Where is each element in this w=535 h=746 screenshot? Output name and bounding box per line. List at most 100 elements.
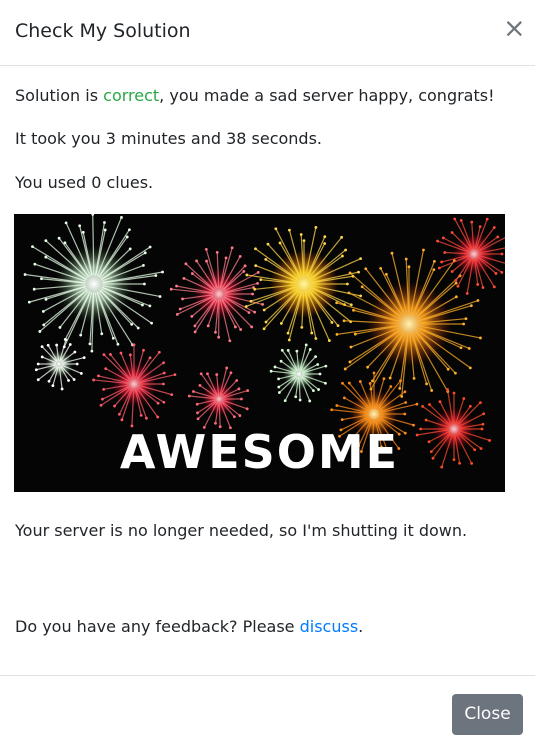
firework-spark [357,270,360,274]
firework-spark [283,399,287,403]
firework-spark [242,269,246,273]
firework-spark [40,277,43,281]
firework-spark [173,373,177,377]
firework-spark [181,297,184,301]
firework-spark [237,387,241,391]
modal-title: Check My Solution [15,20,191,42]
firework-spark [247,311,251,314]
firework-spark [113,404,116,408]
firework-spark [440,260,444,264]
firework-spark [287,338,291,342]
feedback-message: Do you have any feedback? Please discuss… [15,616,363,638]
firework-spark [99,403,103,407]
firework-spark [341,381,344,385]
firework-spark [196,417,200,421]
firework-spark [476,299,480,302]
firework-spark [100,332,104,336]
firework-spark [304,343,308,347]
firework-spark [119,351,123,355]
firework-spark [36,378,40,382]
firework-spark [360,285,364,289]
firework-spark [230,246,234,250]
firework-spark [196,411,199,415]
firework-spark [277,377,280,381]
firework-spark [128,247,132,251]
firework-spark [97,374,100,378]
firework-spark [44,297,48,301]
firework-spark [42,323,46,327]
time-taken: It took you 3 minutes and 38 seconds. [15,129,322,148]
shutdown-message: Your server is no longer needed, so I'm … [15,521,468,540]
close-icon[interactable]: × [503,14,526,44]
firework-spark [88,342,92,346]
firework-spark [317,388,320,391]
firework-spark [132,343,136,347]
firework-spark [40,345,44,349]
firework-spark [250,325,254,329]
modal-header: Check My Solution × [0,0,535,66]
firework-spark [478,401,482,405]
firework-spark [27,300,31,304]
firework-spark [382,377,386,381]
firework-spark [102,387,106,391]
firework-spark [266,242,270,246]
firework-spark [58,326,62,329]
firework-spark [145,416,148,420]
firework-spark [348,360,352,364]
firework-spark [314,355,318,359]
firework-spark [500,270,504,274]
firework-spark [264,320,268,324]
firework-spark [63,241,67,245]
firework-spark [353,332,357,336]
firework-spark [324,381,327,385]
close-button[interactable]: Close [452,694,523,735]
firework-spark [73,350,77,354]
firework-spark [300,325,304,329]
firework-spark [253,287,257,291]
firework-spark [421,405,425,408]
firework-spark [294,395,298,399]
firework-spark [482,412,486,416]
firework-spark [330,321,334,324]
firework-spark [479,336,482,340]
firework-spark [215,373,219,376]
firework-spark [453,217,457,221]
firework-spark [349,345,353,349]
firework-spark [57,236,61,240]
discuss-link[interactable]: discuss [300,617,359,636]
firework-spark [341,254,344,258]
firework-spark [456,284,460,288]
firework-spark [128,228,131,232]
firework-spark [235,379,239,382]
firework-spark [130,322,134,326]
firework-spark [476,283,480,286]
firework-spark [478,225,482,229]
firework-spark [340,235,344,239]
firework-spark [199,372,203,376]
firework-spark [198,383,202,387]
firework-spark [68,343,72,346]
firework-spark [422,248,425,252]
firework-spark [234,325,237,329]
result-message: Solution is correct, you made a sad serv… [15,85,495,107]
firework-spark [454,295,458,299]
firework-spark [379,267,383,270]
firework-spark [75,362,79,366]
firework-spark [262,327,266,331]
firework-spark [31,245,34,248]
firework-spark [229,371,233,375]
firework-spark [192,390,195,393]
firework-spark [47,379,51,383]
image-caption: AWESOME [119,425,400,479]
firework-spark [404,401,408,404]
firework-spark [279,359,283,363]
firework-spark [175,312,179,316]
firework-spark [64,221,68,225]
firework-spark [206,324,210,328]
firework-spark [32,287,36,291]
firework-spark [492,226,496,229]
firework-spark [33,262,37,266]
firework-spark [299,233,303,236]
firework-spark [120,216,123,219]
firework-spark [161,270,164,274]
